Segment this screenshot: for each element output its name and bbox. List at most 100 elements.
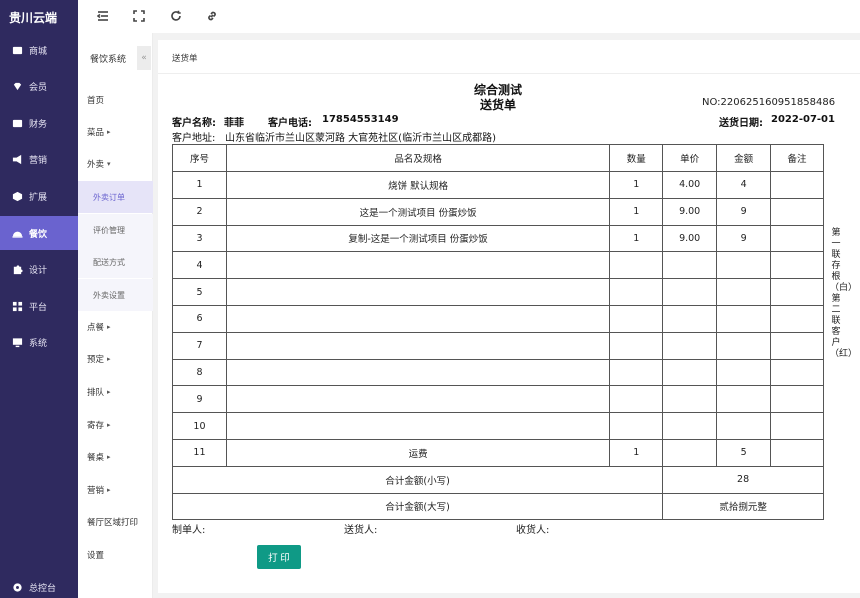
monitor-icon (11, 336, 23, 348)
chevron-right-icon: ▸ (107, 388, 111, 396)
nav-item-design[interactable]: 设计 (0, 253, 78, 285)
megaphone-icon (11, 153, 23, 165)
table-cell (662, 385, 718, 414)
table-cell (770, 438, 824, 467)
table-cell (225, 358, 611, 387)
menu-toggle-icon[interactable] (96, 9, 110, 23)
subnav-item-takeout-orders[interactable]: 外卖订单 (78, 181, 153, 213)
table-cell (716, 304, 772, 333)
nav-item-member[interactable]: 会员 (0, 70, 78, 102)
diamond-icon (11, 80, 23, 92)
nav-item-extension[interactable]: 扩展 (0, 180, 78, 212)
table-cell: 1 (609, 197, 664, 226)
table-cell (609, 278, 664, 306)
table-cell: 运费 (225, 438, 611, 467)
nav-item-system[interactable]: 系统 (0, 326, 78, 358)
total-small-label: 合计金额(小写) (171, 465, 664, 494)
table-cell (716, 251, 772, 280)
subnav-item-tables[interactable]: 餐桌 ▸ (78, 441, 153, 473)
nav-item-label: 商城 (29, 46, 48, 57)
subnav-item-queue[interactable]: 排队 ▸ (78, 376, 153, 408)
subnav-item-dishes[interactable]: 菜品 ▸ (78, 116, 153, 148)
subnav-item-marketing[interactable]: 营销 ▸ (78, 474, 153, 506)
subnav-item-takeout[interactable]: 外卖 ▾ (78, 148, 153, 180)
table-cell: 9 (716, 224, 772, 253)
subnav-item-order[interactable]: 点餐 ▸ (78, 311, 153, 343)
total-big-label: 合计金额(大写) (171, 492, 664, 521)
table-cell (662, 251, 718, 280)
table-cell: 烧饼 默认规格 (225, 171, 611, 199)
nav-item-label: 平台 (29, 302, 48, 313)
table-row: 6 (172, 304, 824, 333)
breadcrumb: 送货单 (172, 54, 198, 64)
table-cell: 9 (172, 385, 227, 414)
column-header: 金额 (716, 144, 772, 172)
table-cell: 7 (172, 331, 227, 360)
table-cell (770, 358, 824, 387)
nav-item-label: 会员 (29, 82, 48, 93)
divider (158, 73, 860, 74)
table-cell: 2 (172, 197, 227, 226)
table-cell (716, 358, 772, 387)
table-cell (662, 412, 718, 440)
table-cell: 9.00 (662, 224, 718, 253)
table-cell: 9 (716, 197, 772, 226)
subnav-item-takeout-settings[interactable]: 外卖设置 (78, 279, 153, 311)
subnav-label: 营销 (87, 486, 105, 496)
nav-item-label: 系统 (29, 338, 48, 349)
nav-item-catering[interactable]: 餐饮 (0, 216, 78, 250)
nav-item-platform[interactable]: 平台 (0, 290, 78, 322)
table-cell (225, 304, 611, 333)
table-cell: 1 (172, 171, 227, 199)
table-cell (770, 224, 824, 253)
subnav-label: 评价管理 (93, 225, 125, 235)
subnav-label: 餐厅区域打印 (87, 518, 139, 528)
subnav-item-reviews[interactable]: 评价管理 (78, 214, 153, 246)
subnav-label: 配送方式 (93, 257, 125, 267)
table-row: 7 (172, 331, 824, 360)
nav-item-label: 餐饮 (29, 229, 48, 240)
column-header: 品名及规格 (225, 144, 611, 172)
table-cell (716, 278, 772, 306)
print-button[interactable]: 打 印 (257, 545, 301, 569)
table-cell (662, 278, 718, 306)
puzzle-icon (11, 263, 23, 275)
collapse-subnav-button[interactable]: « (137, 46, 151, 70)
chevron-right-icon: ▸ (107, 355, 111, 363)
table-cell: 6 (172, 304, 227, 333)
subnav-label: 外卖设置 (93, 290, 125, 300)
subnav-item-reserve[interactable]: 预定 ▸ (78, 343, 153, 375)
customer-phone: 17854553149 (322, 114, 399, 125)
table-cell: 1 (609, 224, 664, 253)
refresh-icon[interactable] (169, 9, 183, 23)
customer-phone-label: 客户电话: (268, 118, 312, 129)
main-sidebar: 贵川云端 商城 会员 财务 营销 扩展 餐饮 设计 平台 系统 总控台 (0, 0, 78, 598)
subnav-item-delivery-method[interactable]: 配送方式 (78, 246, 153, 278)
subnav-item-settings[interactable]: 设置 (78, 539, 153, 571)
subnav-item-home[interactable]: 首页 (78, 84, 153, 116)
subnav-label: 外卖订单 (93, 192, 125, 202)
nav-item-finance[interactable]: 财务 (0, 107, 78, 139)
table-cell (609, 304, 664, 333)
fullscreen-icon[interactable] (132, 9, 146, 23)
table-row: 9 (172, 385, 824, 414)
link-icon[interactable] (205, 9, 219, 23)
top-toolbar (78, 0, 860, 33)
brand-logo: 贵川云端 (9, 11, 58, 25)
subnav-item-storage[interactable]: 寄存 ▸ (78, 409, 153, 441)
subnav-label: 餐桌 (87, 453, 105, 463)
table-row: 10 (172, 412, 824, 440)
table-cell: 这是一个测试项目 份蛋炒饭 (225, 197, 611, 226)
nav-item-marketing[interactable]: 营销 (0, 143, 78, 175)
subnav-item-area-print[interactable]: 餐厅区域打印 (78, 506, 153, 538)
nav-item-label: 营销 (29, 155, 48, 166)
chevron-right-icon: ▸ (107, 486, 111, 494)
subnav-label: 菜品 (87, 128, 105, 138)
nav-item-dashboard[interactable]: 总控台 (0, 571, 78, 598)
nav-item-store[interactable]: 商城 (0, 34, 78, 66)
chevron-right-icon: ▸ (107, 323, 111, 331)
table-cell: 5 (716, 438, 772, 467)
table-cell (225, 412, 611, 440)
document-subtitle: 送货单 (479, 98, 516, 112)
table-header-row: 序号 品名及规格 数量 单价 金额 备注 (172, 144, 824, 172)
